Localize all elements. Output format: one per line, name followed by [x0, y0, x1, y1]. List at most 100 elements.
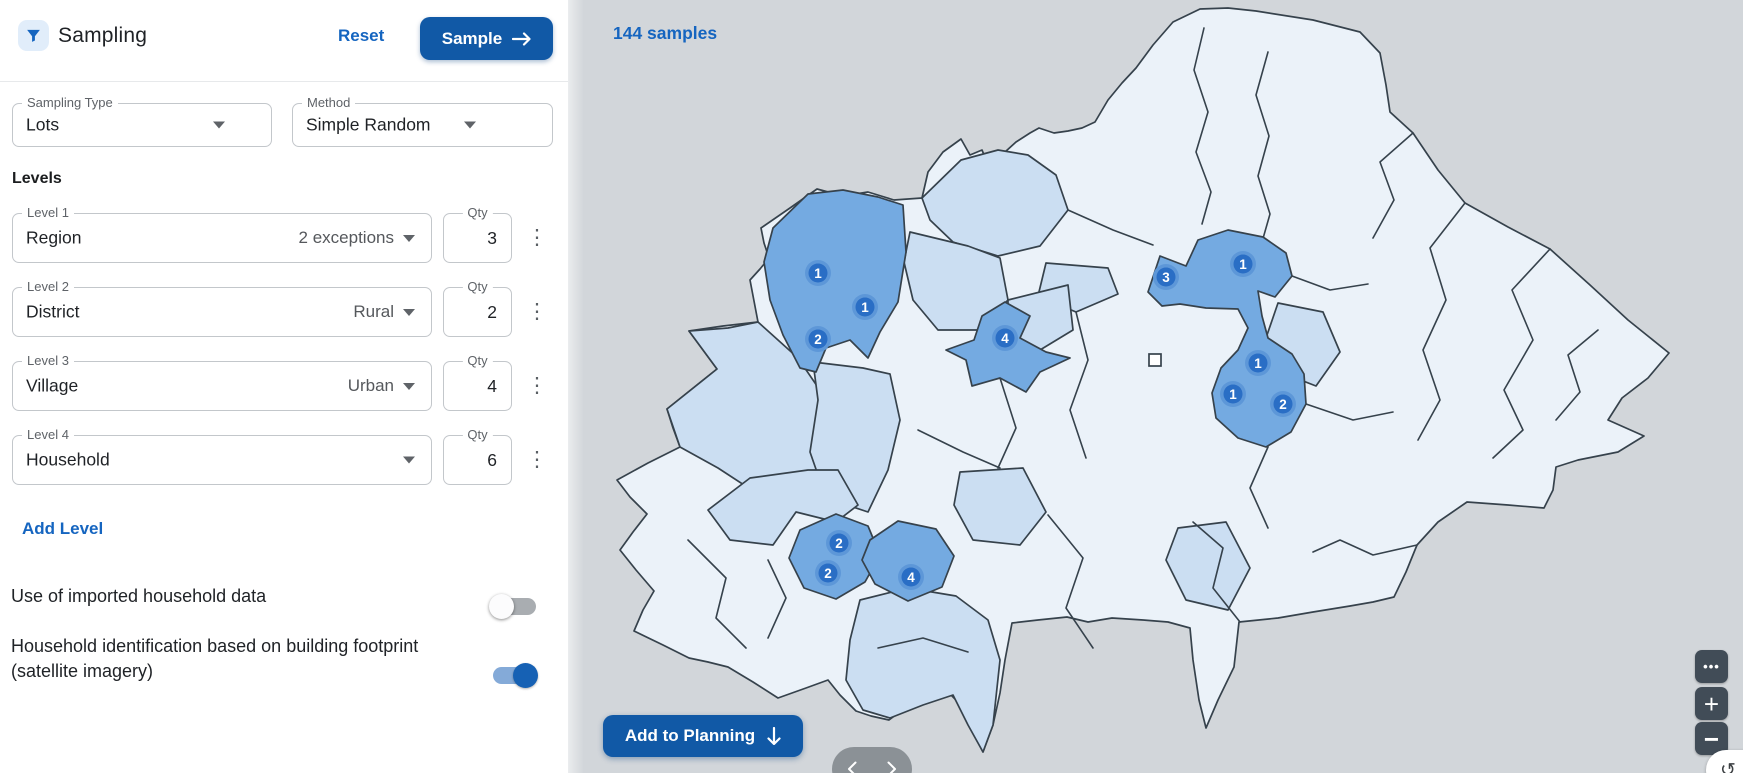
level-3-select[interactable]: Level 3 Village Urban	[12, 361, 432, 411]
household-identification-label: Household identification based on buildi…	[11, 634, 451, 684]
svg-text:1: 1	[861, 300, 869, 315]
svg-text:2: 2	[814, 332, 822, 347]
level-3-qty-field[interactable]: Qty	[443, 361, 512, 411]
level-4-select[interactable]: Level 4 Household	[12, 435, 432, 485]
level-4-qty-input[interactable]	[444, 436, 511, 484]
svg-text:1: 1	[1239, 257, 1247, 272]
level-1-select[interactable]: Level 1 Region 2 exceptions	[12, 213, 432, 263]
burkina-faso-map[interactable]: 112431112224	[568, 0, 1743, 773]
page-title: Sampling	[58, 24, 147, 48]
sampling-app: Sampling Reset Sample Sampling Type Lots…	[0, 0, 1743, 773]
imported-household-data-toggle[interactable]	[489, 594, 539, 619]
level-row-2: Level 2 District Rural Qty ⋮	[0, 287, 568, 337]
sample-marker[interactable]: 1	[805, 260, 831, 286]
more-options-icon: •••	[1703, 659, 1720, 674]
map-more-options-button[interactable]: •••	[1695, 650, 1728, 683]
svg-text:4: 4	[907, 570, 915, 585]
level-3-menu-button[interactable]: ⋮	[526, 376, 548, 396]
add-to-planning-label: Add to Planning	[625, 726, 755, 746]
add-level-button[interactable]: Add Level	[22, 519, 103, 539]
method-label: Method	[302, 95, 355, 110]
next-chevron-icon[interactable]	[887, 761, 897, 773]
sample-button[interactable]: Sample	[420, 17, 553, 60]
level-4-value: Household	[26, 450, 110, 471]
level-1-qty-field[interactable]: Qty	[443, 213, 512, 263]
level-row-3: Level 3 Village Urban Qty ⋮	[0, 361, 568, 411]
map-area: 112431112224 144 samples Add to Planning…	[568, 0, 1743, 773]
toggle-thumb	[513, 663, 538, 688]
method-value: Simple Random	[306, 115, 431, 136]
level-4-qty-field[interactable]: Qty	[443, 435, 512, 485]
level-row-1: Level 1 Region 2 exceptions Qty ⋮	[0, 213, 568, 263]
level-2-area-dropdown[interactable]: Rural	[353, 302, 415, 322]
level-1-label: Level 1	[22, 205, 74, 220]
levels-heading: Levels	[12, 170, 62, 188]
sample-marker[interactable]: 1	[852, 294, 878, 320]
level-1-menu-button[interactable]: ⋮	[526, 228, 548, 248]
level-4-menu-button[interactable]: ⋮	[526, 450, 548, 470]
sample-marker[interactable]: 4	[898, 564, 924, 590]
svg-text:3: 3	[1162, 270, 1170, 285]
imported-household-data-label: Use of imported household data	[11, 584, 441, 609]
sample-marker[interactable]: 1	[1220, 381, 1246, 407]
sampling-type-label: Sampling Type	[22, 95, 118, 110]
chevron-down-icon	[213, 122, 225, 129]
capital-square	[1149, 354, 1161, 366]
svg-text:2: 2	[1279, 397, 1287, 412]
level-4-label: Level 4	[22, 427, 74, 442]
svg-text:4: 4	[1001, 331, 1009, 346]
level-1-exceptions-dropdown[interactable]: 2 exceptions	[299, 228, 415, 248]
svg-text:1: 1	[1254, 356, 1262, 371]
level-3-option-label: Urban	[348, 376, 394, 396]
level-row-4: Level 4 Household Qty ⋮	[0, 435, 568, 485]
method-select[interactable]: Method Simple Random	[292, 103, 553, 147]
chevron-down-icon	[403, 309, 415, 316]
svg-text:1: 1	[814, 266, 822, 281]
level-4-dropdown[interactable]	[403, 457, 415, 464]
sampling-type-value: Lots	[26, 115, 59, 136]
level-2-label: Level 2	[22, 279, 74, 294]
reset-button[interactable]: Reset	[338, 26, 384, 46]
sampling-panel: Sampling Reset Sample Sampling Type Lots…	[0, 0, 568, 773]
level-2-qty-field[interactable]: Qty	[443, 287, 512, 337]
level-1-value: Region	[26, 228, 81, 249]
sampling-type-select[interactable]: Sampling Type Lots	[12, 103, 272, 147]
arrow-right-icon	[512, 32, 531, 46]
sample-marker[interactable]: 2	[1270, 391, 1296, 417]
arrow-down-icon	[767, 727, 781, 745]
level-3-qty-input[interactable]	[444, 362, 511, 410]
sample-marker[interactable]: 1	[1230, 251, 1256, 277]
zoom-in-button[interactable]: +	[1695, 687, 1728, 720]
sample-marker[interactable]: 3	[1153, 264, 1179, 290]
level-3-label: Level 3	[22, 353, 74, 368]
sample-marker[interactable]: 4	[992, 325, 1018, 351]
add-to-planning-button[interactable]: Add to Planning	[603, 715, 803, 757]
level-1-qty-input[interactable]	[444, 214, 511, 262]
level-2-option-label: Rural	[353, 302, 394, 322]
map-pager	[832, 747, 912, 773]
household-identification-toggle[interactable]	[489, 663, 539, 688]
level-2-value: District	[26, 302, 79, 323]
level-2-qty-input[interactable]	[444, 288, 511, 336]
sample-button-label: Sample	[442, 29, 502, 49]
sample-marker[interactable]: 1	[1245, 350, 1271, 376]
svg-text:2: 2	[824, 566, 832, 581]
sample-marker[interactable]: 2	[805, 326, 831, 352]
svg-text:1: 1	[1229, 387, 1237, 402]
level-2-select[interactable]: Level 2 District Rural	[12, 287, 432, 337]
filter-icon	[18, 20, 49, 51]
sample-marker[interactable]: 2	[826, 530, 852, 556]
reset-view-icon: ↺	[1720, 759, 1736, 773]
level-2-menu-button[interactable]: ⋮	[526, 302, 548, 322]
level-3-area-dropdown[interactable]: Urban	[348, 376, 415, 396]
prev-chevron-icon[interactable]	[847, 761, 857, 773]
svg-text:2: 2	[835, 536, 843, 551]
sample-marker[interactable]: 2	[815, 560, 841, 586]
samples-count: 144 samples	[613, 23, 717, 44]
toggle-thumb	[489, 594, 514, 619]
level-1-option-label: 2 exceptions	[299, 228, 394, 248]
chevron-down-icon	[403, 383, 415, 390]
chevron-down-icon	[464, 122, 476, 129]
chevron-down-icon	[403, 235, 415, 242]
level-3-value: Village	[26, 376, 78, 397]
